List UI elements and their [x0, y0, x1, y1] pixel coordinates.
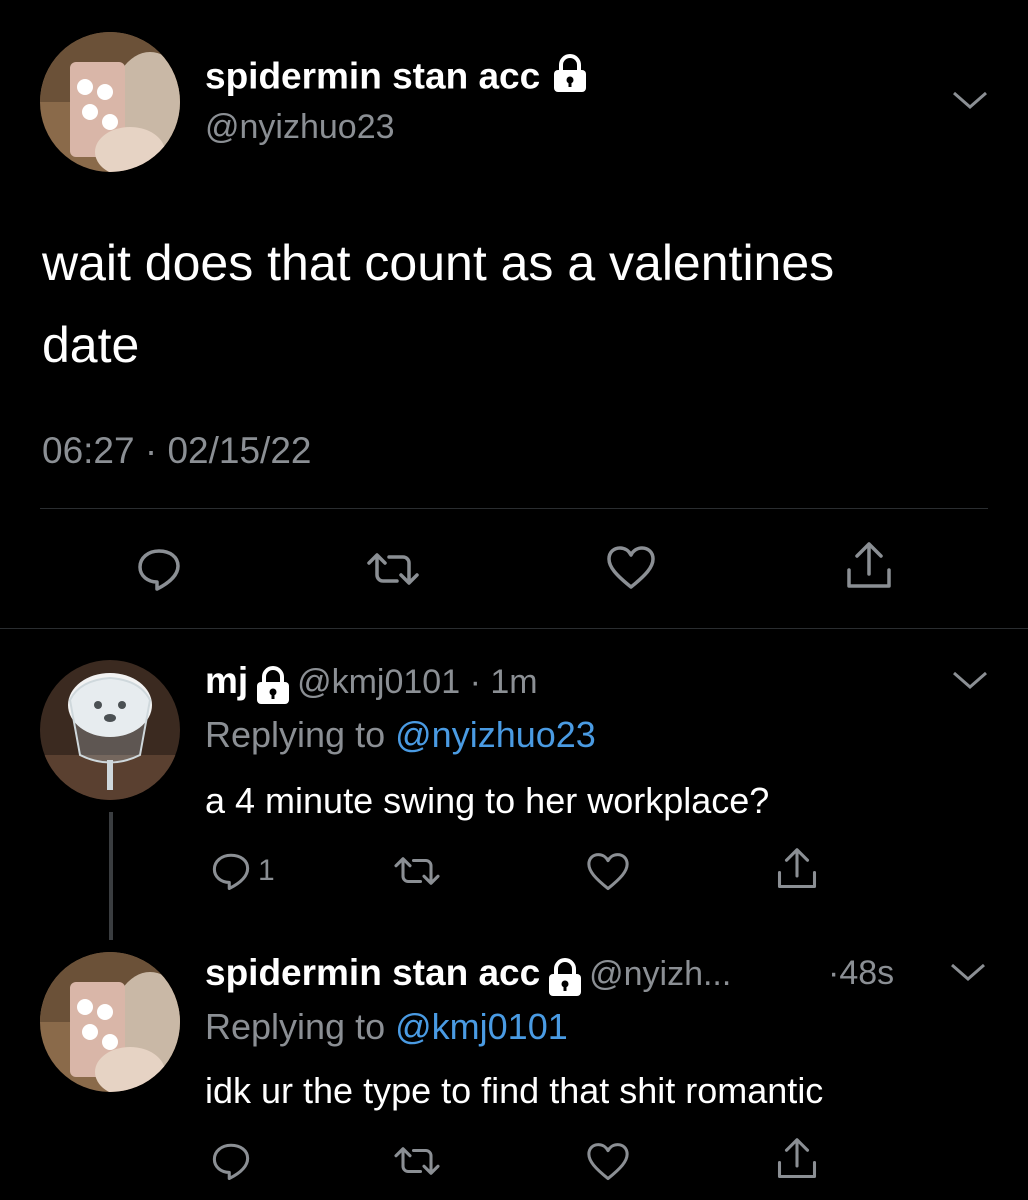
lock-icon — [545, 958, 585, 1003]
tweet-text-line1: wait does that count as a valentines — [42, 235, 835, 291]
avatar-spidermin[interactable] — [40, 952, 180, 1092]
reply2-replying-to: Replying to @kmj0101 — [205, 1006, 568, 1048]
reply1-text: a 4 minute swing to her workplace? — [205, 780, 770, 821]
reply2-header: spidermin stan acc @nyizh... — [205, 952, 731, 1003]
reply2-handle[interactable]: @nyizh... — [589, 955, 731, 993]
retweet-icon[interactable] — [392, 1140, 442, 1182]
like-icon[interactable] — [586, 1142, 630, 1182]
reply1-header: mj @kmj0101 · 1m — [205, 660, 538, 711]
reply1-replying-to: Replying to @nyizhuo23 — [205, 714, 596, 756]
reply2-text: idk ur the type to find that shit romant… — [205, 1070, 824, 1111]
reply1-display-name[interactable]: mj — [205, 660, 248, 701]
tweet-text-line2: date — [42, 317, 140, 373]
reply1-handle-time[interactable]: @kmj0101 · 1m — [297, 663, 537, 701]
reply-icon[interactable] — [210, 850, 252, 892]
like-icon[interactable] — [586, 852, 630, 892]
retweet-icon[interactable] — [392, 850, 442, 892]
display-name[interactable]: spidermin stan acc — [205, 54, 590, 103]
share-icon[interactable] — [776, 846, 818, 892]
timestamp[interactable]: 06:27 · 02/15/22 — [42, 430, 312, 472]
display-name-text[interactable]: spidermin stan acc — [205, 55, 540, 96]
divider — [40, 508, 988, 509]
chevron-down-icon[interactable] — [950, 85, 990, 115]
chevron-down-icon[interactable] — [948, 957, 988, 987]
replying-prefix: Replying to — [205, 1006, 386, 1047]
share-icon[interactable] — [776, 1136, 818, 1182]
lock-icon — [550, 54, 590, 103]
reply2-time[interactable]: ·48s — [828, 954, 894, 993]
tweet-text: wait does that count as a valentines dat… — [42, 222, 834, 386]
avatar-mj[interactable] — [40, 660, 180, 800]
reply-count: 1 — [258, 854, 275, 887]
replying-to-link[interactable]: @nyizhuo23 — [395, 714, 596, 755]
avatar-spidermin[interactable] — [40, 32, 180, 172]
section-divider — [0, 628, 1028, 629]
reply-icon[interactable] — [210, 1140, 252, 1182]
handle[interactable]: @nyizhuo23 — [205, 108, 395, 147]
like-icon[interactable] — [606, 545, 656, 591]
share-icon[interactable] — [845, 540, 893, 592]
replying-to-link[interactable]: @kmj0101 — [395, 1006, 568, 1047]
replying-prefix: Replying to — [205, 714, 386, 755]
thread-line — [109, 812, 113, 940]
reply2-display-name[interactable]: spidermin stan acc — [205, 952, 540, 993]
lock-icon — [253, 666, 293, 711]
retweet-icon[interactable] — [365, 545, 421, 593]
chevron-down-icon[interactable] — [950, 665, 990, 695]
reply-icon[interactable] — [135, 545, 183, 593]
